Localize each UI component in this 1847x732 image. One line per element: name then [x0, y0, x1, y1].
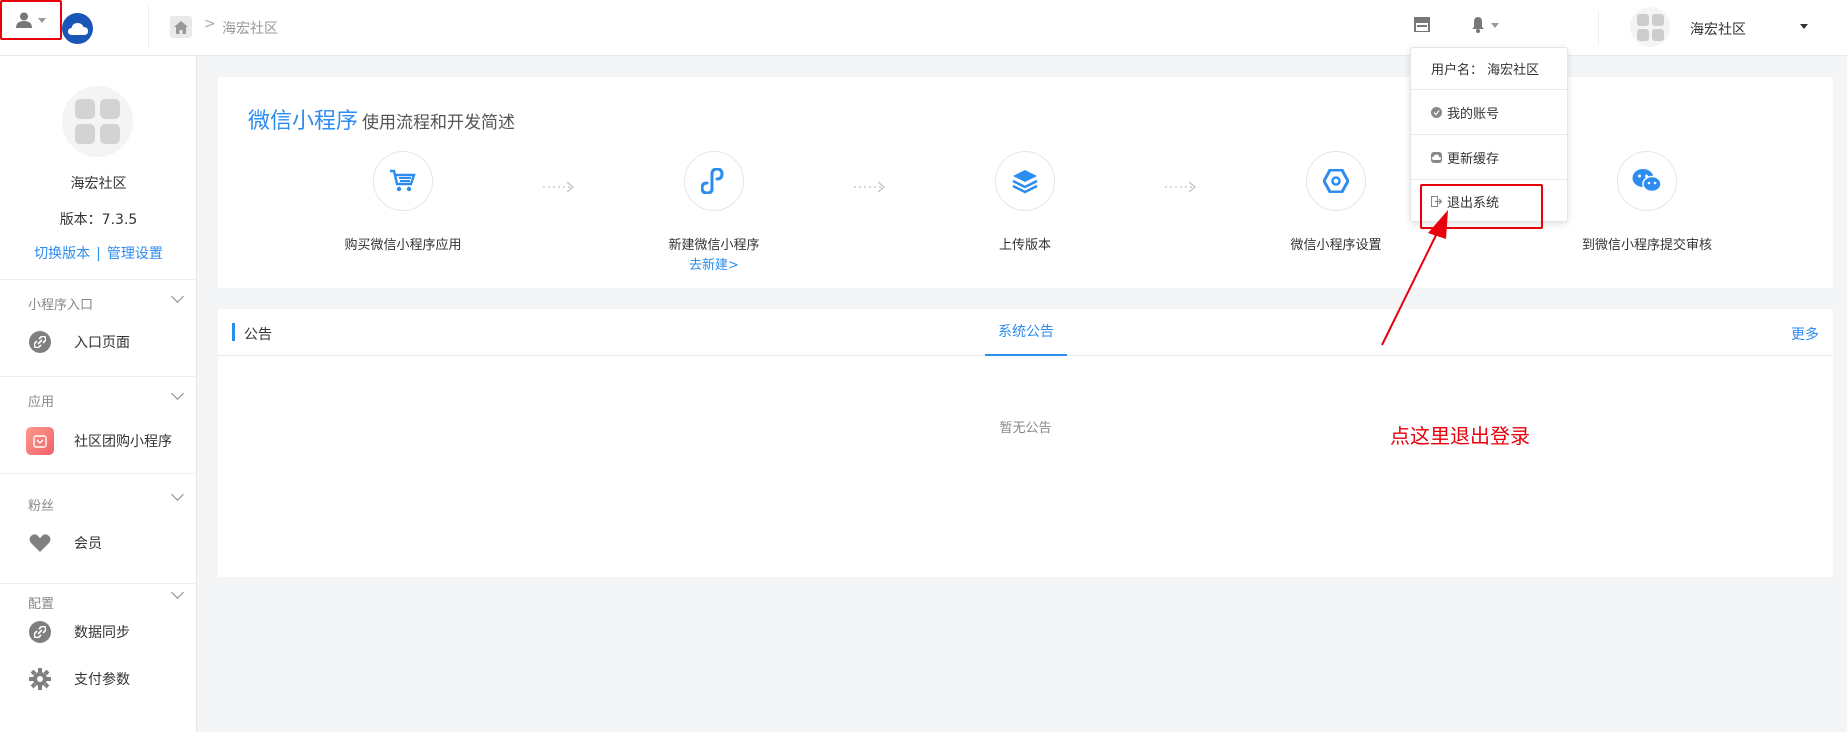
topbar-divider [148, 6, 149, 48]
menu-item-my-account[interactable]: 我的账号 [1411, 90, 1567, 134]
link-icon [29, 331, 51, 353]
user-dropdown-menu: 用户名： 海宏社区 我的账号 更新缓存 退出系统 [1410, 47, 1568, 222]
breadcrumb-current[interactable]: 海宏社区 [222, 18, 278, 38]
cloud-icon [1431, 151, 1442, 163]
sidebar-item-data-sync[interactable]: 数据同步 [0, 612, 197, 652]
chevron-down-icon[interactable] [171, 488, 184, 501]
notice-card: 公告 系统公告 更多 暂无公告 [218, 309, 1833, 577]
sidebar-item-label: 会员 [74, 536, 102, 552]
gear-icon [29, 668, 51, 690]
link-icon [684, 151, 744, 211]
heart-icon [29, 532, 51, 554]
sidebar-item-payment[interactable]: 支付参数 [0, 659, 197, 699]
home-icon[interactable] [170, 16, 192, 38]
section-title[interactable]: 配置 [28, 593, 54, 612]
username-text: 用户名： 海宏社区 [1431, 63, 1540, 78]
step-create-miniprogram: 新建微信小程序 去新建> [614, 151, 814, 273]
arrow-right-icon [854, 181, 886, 193]
section-entry: 小程序入口 入口页面 [0, 279, 197, 364]
sidebar: 海宏社区 版本：7.3.5 切换版本 | 管理设置 小程序入口 入口页面 应用 社区… [0, 56, 197, 732]
account-avatar [62, 86, 133, 157]
link-icon [29, 621, 51, 643]
arrow-right-icon [1165, 181, 1197, 193]
switch-version-link[interactable]: 切换版本 [34, 246, 90, 262]
cart-icon [373, 151, 433, 211]
link-separator: | [96, 246, 101, 262]
chevron-down-icon[interactable] [1800, 24, 1808, 29]
sidebar-item-label: 数据同步 [74, 625, 130, 641]
section-apps: 应用 社区团购小程序 [0, 376, 197, 461]
avatar[interactable] [1630, 7, 1670, 47]
title-bar-accent [232, 323, 235, 341]
version-text: 版本：7.3.5 [59, 212, 138, 228]
sidebar-item-label: 社区团购小程序 [74, 434, 172, 450]
menu-item-logout[interactable]: 退出系统 [1411, 180, 1567, 222]
menu-item-refresh-cache[interactable]: 更新缓存 [1411, 135, 1567, 179]
notice-title: 公告 [244, 327, 272, 343]
account-name: 海宏社区 [70, 176, 127, 192]
step-miniprogram-settings: 微信小程序设置 [1236, 151, 1436, 253]
app-icon [26, 427, 54, 455]
more-link[interactable]: 更多 [1791, 324, 1819, 344]
account-icon [1431, 106, 1442, 118]
chevron-down-icon [38, 17, 46, 23]
step-label: 微信小程序设置 [1290, 238, 1382, 253]
dropdown-username: 用户名： 海宏社区 [1411, 48, 1567, 89]
step-upload-version: 上传版本 [925, 151, 1125, 253]
tab-system-notice[interactable]: 系统公告 [985, 309, 1067, 356]
breadcrumb-separator: > [204, 16, 216, 32]
cloud-logo-icon[interactable] [62, 13, 93, 44]
notice-header: 公告 系统公告 更多 [218, 309, 1833, 356]
top-bar: > 海宏社区 海宏社区 [0, 0, 1847, 56]
topbar-divider [1598, 10, 1599, 46]
workflow-card: 微信小程序 使用流程和开发简述 购买微信小程序应用 新建微信小程序 去新建> 上传… [218, 77, 1833, 288]
sidebar-item-label: 入口页面 [74, 335, 130, 351]
menu-item-label: 退出系统 [1447, 195, 1500, 211]
menu-item-label: 更新缓存 [1447, 151, 1500, 167]
chevron-down-icon[interactable] [171, 586, 184, 599]
settings-icon [1306, 151, 1366, 211]
menu-item-label: 我的账号 [1447, 106, 1500, 122]
section-title[interactable]: 小程序入口 [28, 294, 93, 313]
section-title[interactable]: 粉丝 [28, 495, 54, 514]
layers-icon [995, 151, 1055, 211]
sidebar-item-group-buy[interactable]: 社区团购小程序 [0, 421, 197, 461]
create-new-link[interactable]: 去新建> [614, 254, 814, 273]
workflow-title-main: 微信小程序 [248, 109, 359, 134]
bell-icon[interactable] [1471, 17, 1499, 33]
step-buy-app: 购买微信小程序应用 [303, 151, 503, 253]
step-label: 上传版本 [998, 238, 1051, 253]
arrow-right-icon [543, 181, 575, 193]
user-icon [16, 12, 32, 28]
chevron-down-icon [1491, 22, 1499, 28]
store-icon[interactable] [1414, 17, 1430, 32]
section-config: 配置 数据同步 支付参数 [0, 583, 197, 732]
sidebar-item-label: 支付参数 [74, 672, 130, 688]
user-name[interactable]: 海宏社区 [1690, 19, 1746, 39]
manage-settings-link[interactable]: 管理设置 [107, 246, 163, 262]
step-label: 到微信小程序提交审核 [1581, 238, 1712, 253]
section-title[interactable]: 应用 [28, 391, 54, 410]
wechat-icon [1617, 151, 1677, 211]
sidebar-item-entry-page[interactable]: 入口页面 [0, 322, 197, 362]
sidebar-links: 切换版本 | 管理设置 [0, 243, 197, 263]
chevron-down-icon[interactable] [171, 387, 184, 400]
empty-notice-text: 暂无公告 [999, 421, 1052, 436]
user-menu-button[interactable] [0, 0, 62, 40]
chevron-down-icon[interactable] [171, 290, 184, 303]
annotation-text: 点这里退出登录 [1390, 424, 1530, 448]
section-fans: 粉丝 会员 [0, 473, 197, 558]
step-label: 新建微信小程序 [668, 238, 760, 253]
logout-icon [1431, 195, 1442, 207]
workflow-title: 微信小程序 使用流程和开发简述 [248, 103, 515, 135]
step-submit-review: 到微信小程序提交审核 [1547, 151, 1747, 253]
sidebar-item-members[interactable]: 会员 [0, 523, 197, 563]
workflow-title-sub: 使用流程和开发简述 [362, 113, 516, 133]
step-label: 购买微信小程序应用 [344, 238, 462, 253]
